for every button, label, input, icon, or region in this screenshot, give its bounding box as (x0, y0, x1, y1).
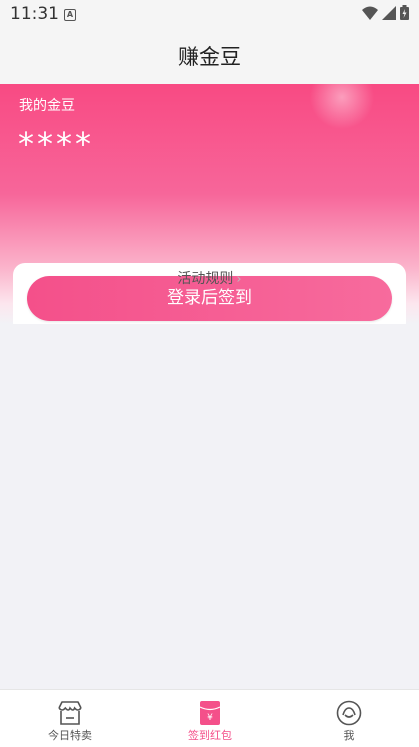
tab-label: 今日特卖 (48, 729, 92, 742)
app-header: 赚金豆 (0, 30, 419, 84)
tab-label: 我 (343, 729, 355, 742)
beans-hero-banner: 我的金豆 **** 登录后签到 (0, 84, 419, 324)
svg-text:¥: ¥ (207, 713, 213, 723)
tab-me[interactable]: 我 (279, 690, 419, 747)
page-title: 赚金豆 (178, 45, 241, 69)
profile-icon (336, 700, 362, 726)
shop-icon (58, 701, 82, 725)
signal-icon (382, 5, 396, 20)
tab-today-sale[interactable]: 今日特卖 (0, 690, 140, 747)
red-envelope-icon: ¥ (199, 701, 221, 725)
tab-signin-redpacket[interactable]: ¥ 签到红包 (140, 690, 280, 747)
activity-rules-label: 活动规则 (177, 271, 234, 287)
status-bar: 11:31 A (0, 0, 419, 30)
battery-icon (400, 5, 409, 20)
notification-a-icon: A (64, 9, 76, 21)
tab-label: 签到红包 (188, 729, 232, 742)
my-beans-label: 我的金豆 (19, 98, 75, 114)
activity-rules-link[interactable]: 活动规则 › (0, 268, 419, 288)
beans-balance-value: **** (18, 125, 94, 163)
bottom-tab-bar: 今日特卖 ¥ 签到红包 我 (0, 689, 419, 747)
hero-shine-decoration (294, 84, 390, 145)
wifi-icon (362, 6, 378, 20)
chevron-right-icon: › (236, 272, 242, 287)
status-icons (362, 5, 409, 20)
status-time: 11:31 (10, 4, 59, 24)
